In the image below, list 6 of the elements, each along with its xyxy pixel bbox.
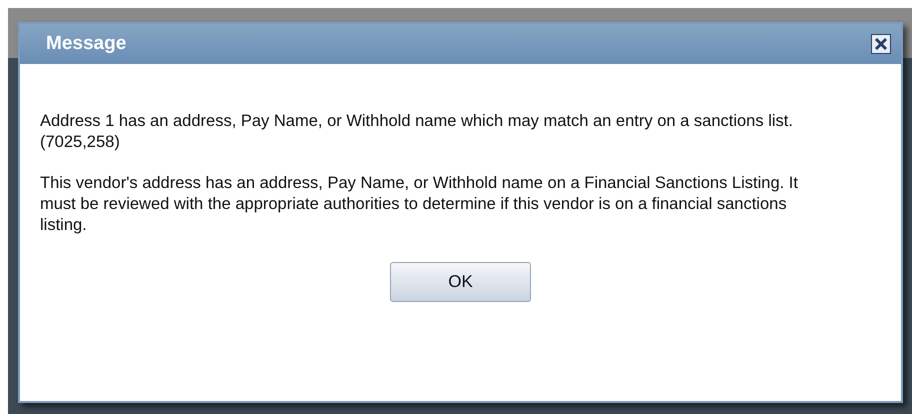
message-text: This vendor's address has an address, Pay Name, or Withhold name on a Financial Sanctions Listing. It must be reviewed with the appropriate authorities to determine if this vendor is on a financial sanctions listing. bbox=[40, 173, 799, 236]
close-icon bbox=[874, 37, 888, 51]
message-text: Address 1 has an address, Pay Name, or Withhold name which may match an entry on a sanctions list. (7025,258) bbox=[40, 111, 794, 153]
dialog-title: Message bbox=[46, 32, 126, 56]
ok-button[interactable]: OK bbox=[390, 262, 531, 302]
close-button[interactable] bbox=[871, 34, 891, 54]
